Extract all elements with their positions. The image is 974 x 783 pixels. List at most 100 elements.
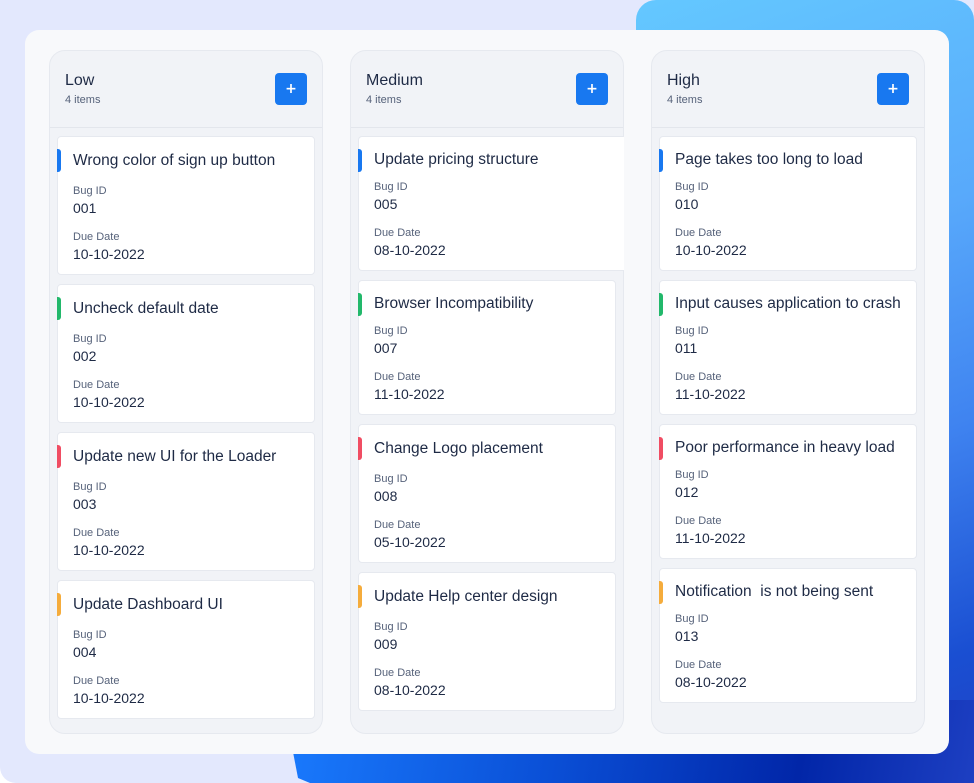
plus-icon: + <box>285 81 297 97</box>
bug-card[interactable]: Change Logo placement Bug ID 008 Due Dat… <box>358 424 616 563</box>
column-item-count: 4 items <box>65 94 101 106</box>
priority-accent-bar <box>57 149 61 172</box>
due-date-value: 11-10-2022 <box>675 530 746 546</box>
bug-card[interactable]: Wrong color of sign up button Bug ID 001… <box>57 136 315 275</box>
priority-accent-bar <box>57 445 61 468</box>
priority-accent-bar <box>57 297 61 320</box>
bug-card[interactable]: Notification is not being sent Bug ID 01… <box>659 568 917 703</box>
bug-card[interactable]: Poor performance in heavy load Bug ID 01… <box>659 424 917 559</box>
priority-accent-bar <box>57 593 61 616</box>
column-header: Medium 4 items + <box>351 51 623 128</box>
due-date-label: Due Date <box>675 371 722 383</box>
due-date-label: Due Date <box>374 667 421 679</box>
bug-card[interactable]: Update new UI for the Loader Bug ID 003 … <box>57 432 315 571</box>
due-date-label: Due Date <box>73 231 120 243</box>
column-header: High 4 items + <box>652 51 924 128</box>
bug-id-label: Bug ID <box>675 469 709 481</box>
card-title: Update new UI for the Loader <box>73 448 277 465</box>
column-header: Low 4 items + <box>50 51 322 128</box>
bug-id-value: 001 <box>73 200 97 216</box>
due-date-value: 08-10-2022 <box>374 242 446 258</box>
bug-card[interactable]: Update Help center design Bug ID 009 Due… <box>358 572 616 711</box>
bug-card[interactable]: Uncheck default date Bug ID 002 Due Date… <box>57 284 315 423</box>
bug-id-value: 008 <box>374 488 398 504</box>
bug-id-value: 013 <box>675 628 699 644</box>
bug-card[interactable]: Update pricing structure Bug ID 005 Due … <box>358 136 624 271</box>
plus-icon: + <box>586 81 598 97</box>
bug-card[interactable]: Browser Incompatibility Bug ID 007 Due D… <box>358 280 616 415</box>
kanban-board: Low 4 items + Wrong color of sign up but… <box>25 30 949 754</box>
card-title: Input causes application to crash <box>675 295 901 312</box>
priority-accent-bar <box>358 585 362 608</box>
card-title: Update Help center design <box>374 588 558 605</box>
card-title: Browser Incompatibility <box>374 295 534 312</box>
column-item-count: 4 items <box>667 94 703 106</box>
add-card-button[interactable]: + <box>877 73 909 105</box>
column-title: High <box>667 72 700 89</box>
bug-id-label: Bug ID <box>374 473 408 485</box>
card-title: Wrong color of sign up button <box>73 152 276 169</box>
bug-id-value: 007 <box>374 340 398 356</box>
due-date-value: 08-10-2022 <box>675 674 747 690</box>
due-date-label: Due Date <box>73 379 120 391</box>
bug-card[interactable]: Input causes application to crash Bug ID… <box>659 280 917 415</box>
due-date-label: Due Date <box>73 675 120 687</box>
bug-id-value: 005 <box>374 196 398 212</box>
column-high: High 4 items + Page takes too long to lo… <box>651 50 925 734</box>
bug-id-label: Bug ID <box>374 181 408 193</box>
card-title: Notification is not being sent <box>675 583 874 600</box>
due-date-label: Due Date <box>675 659 722 671</box>
bug-id-label: Bug ID <box>73 185 107 197</box>
bug-id-label: Bug ID <box>73 333 107 345</box>
bug-id-label: Bug ID <box>73 481 107 493</box>
due-date-value: 10-10-2022 <box>675 242 747 258</box>
bug-id-label: Bug ID <box>374 325 408 337</box>
bug-card[interactable]: Update Dashboard UI Bug ID 004 Due Date … <box>57 580 315 719</box>
bug-id-label: Bug ID <box>374 621 408 633</box>
priority-accent-bar <box>659 293 663 316</box>
priority-accent-bar <box>358 149 362 172</box>
bug-id-value: 002 <box>73 348 97 364</box>
bug-id-label: Bug ID <box>675 613 709 625</box>
due-date-value: 10-10-2022 <box>73 690 145 706</box>
card-title: Update Dashboard UI <box>73 596 223 613</box>
due-date-value: 05-10-2022 <box>374 534 446 550</box>
due-date-value: 11-10-2022 <box>675 386 746 402</box>
column-item-count: 4 items <box>366 94 402 106</box>
priority-accent-bar <box>659 149 663 172</box>
due-date-value: 08-10-2022 <box>374 682 446 698</box>
due-date-label: Due Date <box>374 519 421 531</box>
bug-id-label: Bug ID <box>675 325 709 337</box>
bug-id-value: 004 <box>73 644 97 660</box>
bug-id-label: Bug ID <box>73 629 107 641</box>
column-medium: Medium 4 items + Update pricing structur… <box>350 50 624 734</box>
due-date-value: 10-10-2022 <box>73 542 145 558</box>
bug-id-value: 010 <box>675 196 699 212</box>
bug-id-value: 011 <box>675 340 698 356</box>
due-date-value: 11-10-2022 <box>374 386 445 402</box>
card-title: Poor performance in heavy load <box>675 439 895 456</box>
plus-icon: + <box>887 81 899 97</box>
column-low: Low 4 items + Wrong color of sign up but… <box>49 50 323 734</box>
due-date-value: 10-10-2022 <box>73 246 145 262</box>
priority-accent-bar <box>659 581 663 604</box>
due-date-label: Due Date <box>374 227 421 239</box>
bug-id-value: 009 <box>374 636 398 652</box>
add-card-button[interactable]: + <box>275 73 307 105</box>
priority-accent-bar <box>358 437 362 460</box>
card-title: Uncheck default date <box>73 300 219 317</box>
priority-accent-bar <box>358 293 362 316</box>
card-title: Change Logo placement <box>374 440 543 457</box>
column-title: Medium <box>366 72 423 89</box>
column-title: Low <box>65 72 95 89</box>
card-title: Page takes too long to load <box>675 151 863 168</box>
add-card-button[interactable]: + <box>576 73 608 105</box>
card-title: Update pricing structure <box>374 151 539 168</box>
bug-card[interactable]: Page takes too long to load Bug ID 010 D… <box>659 136 917 271</box>
priority-accent-bar <box>659 437 663 460</box>
due-date-label: Due Date <box>374 371 421 383</box>
due-date-label: Due Date <box>675 515 722 527</box>
bug-id-value: 012 <box>675 484 699 500</box>
due-date-label: Due Date <box>73 527 120 539</box>
due-date-value: 10-10-2022 <box>73 394 145 410</box>
